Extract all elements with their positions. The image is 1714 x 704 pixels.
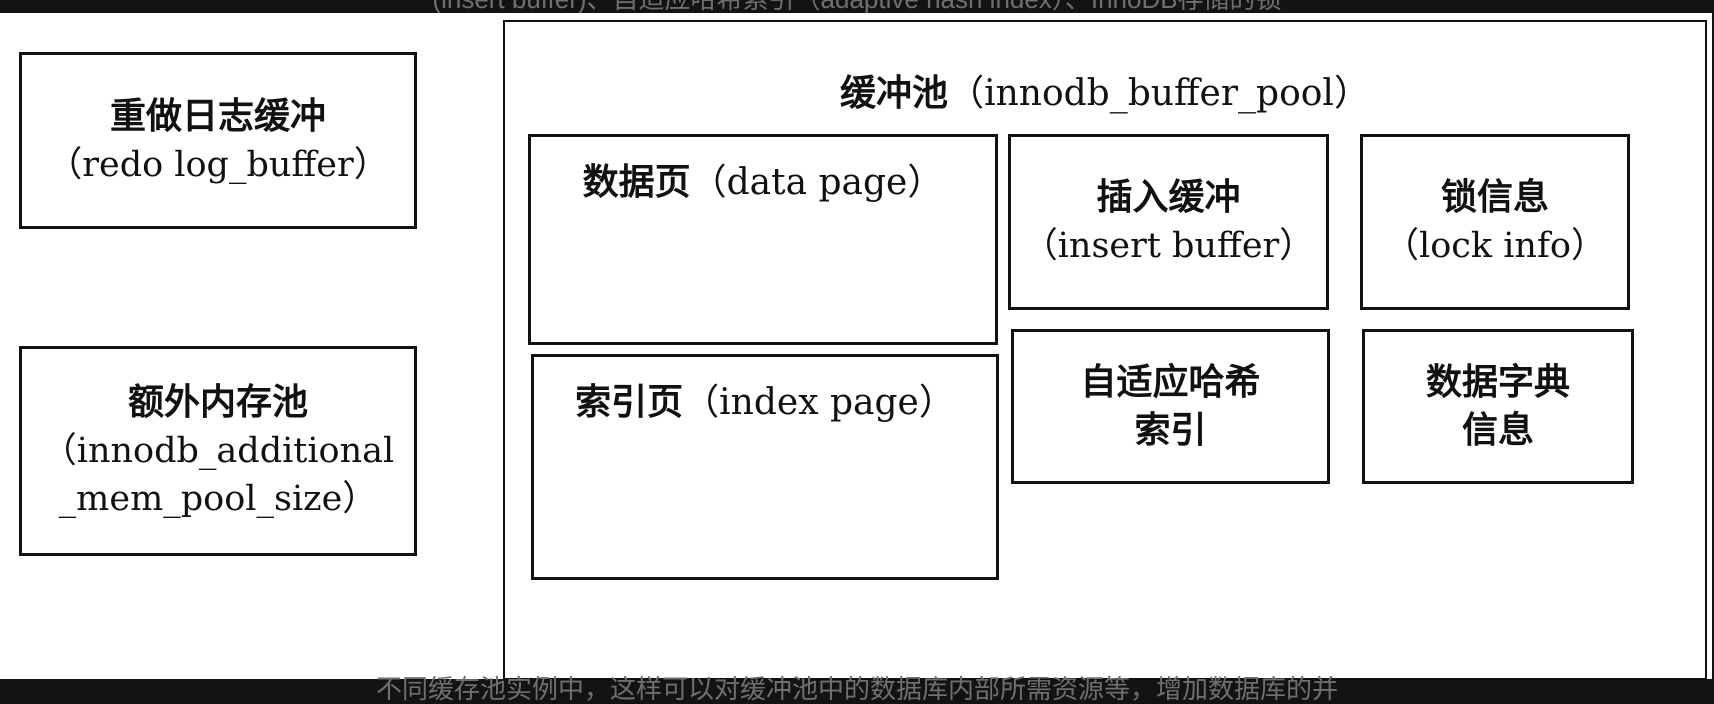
index-page-label-en: （index page） [683, 382, 955, 423]
index-page-label: 索引页（index page） [534, 357, 996, 427]
adaptive-hash-index-line1: 自适应哈希 [1080, 361, 1261, 403]
buffer-pool-title-en: （innodb_buffer_pool） [948, 73, 1370, 114]
additional-mem-pool-content: 额外内存池 （innodb_additional _mem_pool_size） [22, 349, 414, 553]
overflow-text-bottom: 不同缓存池实例中，这样可以对缓冲池中的数据库内部所需资源等，增加数据库的并 [375, 674, 1338, 704]
additional-mem-pool-title: 额外内存池 [127, 382, 308, 423]
additional-mem-pool-subtitle-2: _mem_pool_size） [58, 479, 378, 519]
data-page-label: 数据页（data page） [531, 137, 995, 207]
lock-info-box: 锁信息 （lock info） [1360, 134, 1630, 310]
adaptive-hash-index-line2: 索引 [1134, 409, 1207, 451]
redo-log-buffer-content: 重做日志缓冲 （redo log_buffer） [22, 55, 414, 226]
data-dictionary-line1: 数据字典 [1425, 361, 1570, 403]
data-page-label-cn: 数据页 [582, 162, 691, 203]
lock-info-title: 锁信息 [1440, 177, 1549, 218]
adaptive-hash-index-content: 自适应哈希 索引 [1014, 332, 1327, 481]
buffer-pool-title-cn: 缓冲池 [840, 73, 949, 114]
data-dictionary-line2: 信息 [1461, 409, 1534, 451]
adaptive-hash-index-box: 自适应哈希 索引 [1011, 329, 1330, 484]
data-page-box: 数据页（data page） [528, 134, 998, 345]
overflow-text-top: (insert buffer)、自适应哈希索引（adaptive hash in… [0, 0, 1714, 14]
innodb-memory-diagram: 重做日志缓冲 （redo log_buffer） 额外内存池 （innodb_a… [0, 13, 1712, 680]
lock-info-subtitle: （lock info） [1384, 226, 1606, 266]
buffer-pool-title: 缓冲池（innodb_buffer_pool） [505, 70, 1705, 118]
index-page-box: 索引页（index page） [531, 354, 999, 580]
redo-log-buffer-box: 重做日志缓冲 （redo log_buffer） [19, 52, 417, 229]
data-page-label-en: （data page） [690, 162, 944, 203]
insert-buffer-content: 插入缓冲 （insert buffer） [1011, 137, 1326, 307]
insert-buffer-subtitle: （insert buffer） [1022, 226, 1315, 266]
redo-log-buffer-title: 重做日志缓冲 [109, 95, 326, 137]
insert-buffer-title: 插入缓冲 [1096, 177, 1241, 218]
additional-mem-pool-box: 额外内存池 （innodb_additional _mem_pool_size） [19, 346, 417, 556]
additional-mem-pool-subtitle-1: （innodb_additional [41, 431, 395, 471]
data-dictionary-box: 数据字典 信息 [1362, 329, 1634, 484]
insert-buffer-box: 插入缓冲 （insert buffer） [1008, 134, 1329, 310]
redo-log-buffer-subtitle: （redo log_buffer） [47, 144, 389, 185]
lock-info-content: 锁信息 （lock info） [1363, 137, 1627, 307]
data-dictionary-content: 数据字典 信息 [1365, 332, 1631, 481]
index-page-label-cn: 索引页 [575, 382, 684, 423]
